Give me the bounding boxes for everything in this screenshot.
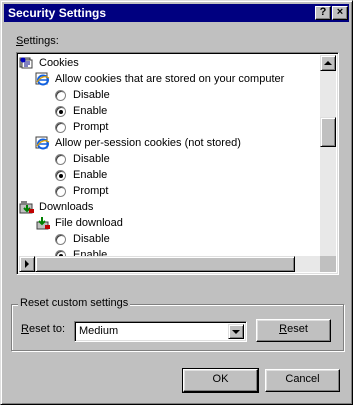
tree-label: Cookies [39, 57, 79, 69]
dropdown-button[interactable] [228, 324, 244, 339]
tree-label: Enable [73, 105, 108, 117]
chevron-down-icon [232, 330, 240, 334]
reset-group-title: Reset custom settings [18, 297, 131, 309]
radio-button[interactable] [55, 234, 66, 245]
download-folder-icon [19, 200, 35, 214]
scroll-up-button[interactable] [320, 55, 336, 71]
reset-button[interactable]: Reset [256, 319, 331, 342]
tree-label: Disable [73, 233, 110, 245]
radio-button-selected[interactable] [55, 170, 66, 181]
reset-to-label: Reset to: [21, 323, 66, 335]
close-icon: × [336, 6, 344, 18]
tree-label: File download [55, 217, 123, 229]
tree-label: Prompt [73, 121, 109, 133]
ie-icon [35, 136, 51, 150]
reset-level-value: Medium [79, 325, 119, 337]
horizontal-scroll-thumb[interactable] [35, 256, 295, 272]
vertical-scrollbar[interactable] [320, 55, 336, 272]
security-settings-dialog: Security Settings ? × Settings: Cookies A… [0, 0, 353, 405]
settings-label: Settings: [16, 35, 59, 47]
scroll-right-button[interactable] [19, 256, 35, 272]
tree-label: Enable [73, 169, 108, 181]
arrow-up-icon [324, 61, 332, 65]
cancel-button[interactable]: Cancel [265, 369, 340, 392]
window-title: Security Settings [8, 6, 107, 20]
reset-level-select[interactable]: Medium [74, 321, 247, 342]
radio-button[interactable] [55, 122, 66, 133]
tree-label: Disable [73, 89, 110, 101]
download-icon [35, 216, 51, 230]
help-icon: ? [319, 6, 327, 18]
radio-button[interactable] [55, 154, 66, 165]
vertical-scroll-thumb[interactable] [320, 117, 336, 147]
settings-tree-content: Cookies Allow cookies that are stored on … [19, 55, 322, 272]
tree-label: Prompt [73, 185, 109, 197]
close-button[interactable]: × [332, 6, 348, 20]
ok-button[interactable]: OK [182, 368, 259, 393]
scrollbar-corner [320, 256, 336, 272]
radio-button[interactable] [55, 186, 66, 197]
title-bar[interactable]: Security Settings ? × [4, 4, 349, 22]
tree-label: Allow cookies that are stored on your co… [55, 73, 285, 85]
arrow-right-icon [25, 260, 29, 268]
horizontal-scrollbar[interactable] [19, 256, 322, 272]
radio-button[interactable] [55, 90, 66, 101]
radio-button-selected[interactable] [55, 106, 66, 117]
ie-icon [35, 72, 51, 86]
tree-label: Disable [73, 153, 110, 165]
tree-label: Allow per-session cookies (not stored) [55, 137, 241, 149]
tree-label: Downloads [39, 201, 94, 213]
settings-tree[interactable]: Cookies Allow cookies that are stored on … [16, 52, 339, 275]
help-button[interactable]: ? [315, 6, 331, 20]
settings-icon [19, 56, 35, 70]
